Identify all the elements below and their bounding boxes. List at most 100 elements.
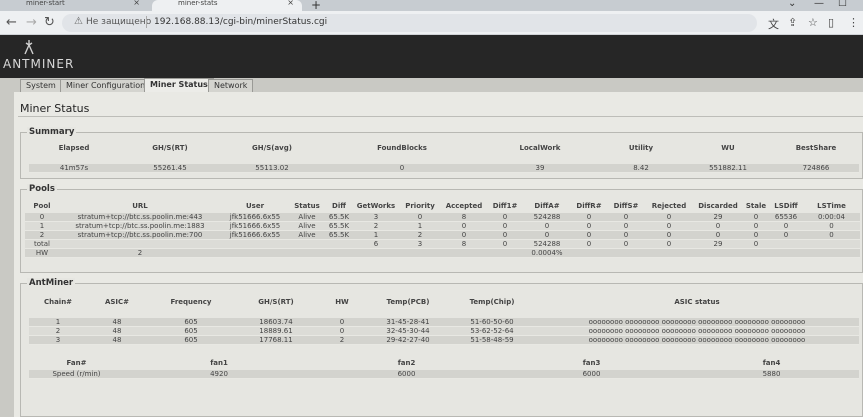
table-cell: 0 [487,221,523,231]
back-arrow-icon[interactable]: ← [6,15,17,30]
table-row: 1 stratum+tcp://btc.ss.poolin.me:1883 jfk5… [25,221,860,231]
table-cell: HW [25,248,59,258]
table-cell: 0 [317,326,367,336]
column-header: FoundBlocks [377,144,427,152]
table-cell: 65.5K [325,213,353,222]
table-row: 3 48 605 17768.11 2 29-42-27-40 51-58-48-59 ooo… [29,335,859,345]
reload-icon[interactable]: ↻ [44,15,55,30]
table-cell [769,239,803,249]
column-header: Fan# [66,359,87,367]
table-cell: 0 [607,213,645,222]
menu-icon[interactable]: ⋮ [848,16,859,29]
column-header: ASIC# [104,298,130,306]
column-header: GetWorks [356,202,396,210]
maximize-icon[interactable]: ☐ [838,0,847,9]
warning-icon[interactable]: ⚠ [74,16,83,27]
column-header: GH/S(RT) [152,144,188,152]
star-icon[interactable]: ☆ [808,16,818,29]
table-cell [803,248,860,258]
table-cell: 0 [523,221,571,231]
table-cell: 0 [769,221,803,231]
table-cell: 65536 [769,213,803,222]
table-cell: 0 [399,213,441,222]
table-cell: 0 [487,230,523,240]
table-row: 2 48 605 18889.61 0 32-45-30-44 53-62-52-64 ooo… [29,326,859,336]
table-cell: 0 [645,221,693,231]
tab-network[interactable]: Network [208,79,254,92]
column-header: Stale [745,202,767,210]
table-header-row: Fan# fan1 fan2 fan3 fan4 [29,356,859,370]
column-header: User [245,202,265,210]
table-cell: 0 [487,213,523,222]
table-cell: Alive [289,230,325,240]
table-cell: Alive [289,213,325,222]
sidebar-icon[interactable]: ▯ [828,16,834,29]
column-header: fan2 [397,359,416,367]
security-status: Не защищено [86,17,152,27]
minimize-icon[interactable]: — [814,0,824,9]
table-cell: 8 [441,213,487,222]
table-row: 41m57s 55261.45 55113.02 0 39 8.42 551882.11 72… [29,163,859,173]
tab-system[interactable]: System [20,79,62,92]
chevron-down-icon[interactable]: ⌄ [788,0,796,9]
table-row: 0 stratum+tcp://btc.ss.poolin.me:443 jfk51… [25,213,860,222]
divider [146,16,147,28]
browser-tab-miner-start[interactable]: miner-start × [0,0,148,11]
table-cell: 2 [59,248,221,258]
asic-status: oooooooo oooooooo oooooooo oooooooo oooo… [535,317,859,327]
table-cell: 0 [571,239,607,249]
column-header: Pool [33,202,51,210]
table-cell: 32-45-30-44 [367,326,449,336]
table-cell: 53-62-52-64 [449,326,535,336]
table-cell [743,248,769,258]
table-cell: 8 [441,239,487,249]
table-cell: stratum+tcp://btc.ss.poolin.me:443 [59,213,221,222]
table-cell: 55261.45 [119,163,221,173]
table-cell: 4920 [124,370,314,379]
summary-table: Elapsed GH/S(RT) GH/S(avg) FoundBlocks Local… [29,141,859,173]
table-cell: 65.5K [325,221,353,231]
column-header: Status [294,202,320,210]
table-cell: 0 [487,239,523,249]
column-header: LocalWork [519,144,561,152]
table-cell: 48 [87,326,147,336]
close-icon[interactable]: × [133,0,140,7]
table-cell: 31-45-28-41 [367,317,449,327]
table-cell: total [25,239,59,249]
tab-miner-configuration[interactable]: Miner Configuration [60,79,152,92]
page-title: Miner Status [20,102,90,115]
table-cell: 29 [693,213,743,222]
column-header: Chain# [43,298,73,306]
table-cell: 2 [353,221,399,231]
url-text: 192.168.88.13/cgi-bin/minerStatus.cgi [154,17,328,27]
browser-tab-miner-stats[interactable]: miner-stats × [152,0,302,11]
table-cell: 0 [323,163,481,173]
close-icon[interactable]: × [287,0,294,7]
table-cell: 0 [743,239,769,249]
tab-miner-status[interactable]: Miner Status [144,78,214,92]
column-header: WU [721,144,735,152]
table-row: HW 2 0.0004% [25,248,860,258]
fan-table: Fan# fan1 fan2 fan3 fan4 Speed (r/min) 4920 60… [29,356,859,379]
table-cell: 605 [147,326,235,336]
table-cell [607,248,645,258]
share-icon[interactable]: ⇪ [788,16,797,29]
table-cell: 48 [87,317,147,327]
main-content: Miner Status Summary Elapsed GH/S(RT) GH/S… [14,92,863,417]
browser-tab-label: miner-start [26,0,65,7]
table-cell [325,248,353,258]
divider [18,116,863,117]
table-cell: 0 [693,221,743,231]
table-header-row: Chain# ASIC# Frequency GH/S(RT) HW Temp(PCB) T… [29,295,859,309]
table-cell [803,239,860,249]
url-field[interactable]: ⚠ Не защищено 192.168.88.13/cgi-bin/mine… [62,14,757,32]
table-cell [399,248,441,258]
table-cell: 0 [693,230,743,240]
column-header: DiffA# [534,202,560,210]
table-cell: 6000 [499,370,684,379]
forward-arrow-icon[interactable]: → [26,15,37,30]
column-header: DiffS# [613,202,639,210]
address-bar: ← → ↻ ⚠ Не защищено 192.168.88.13/cgi-bi… [0,11,863,35]
table-cell [571,248,607,258]
translate-icon[interactable]: 文 [768,16,779,32]
